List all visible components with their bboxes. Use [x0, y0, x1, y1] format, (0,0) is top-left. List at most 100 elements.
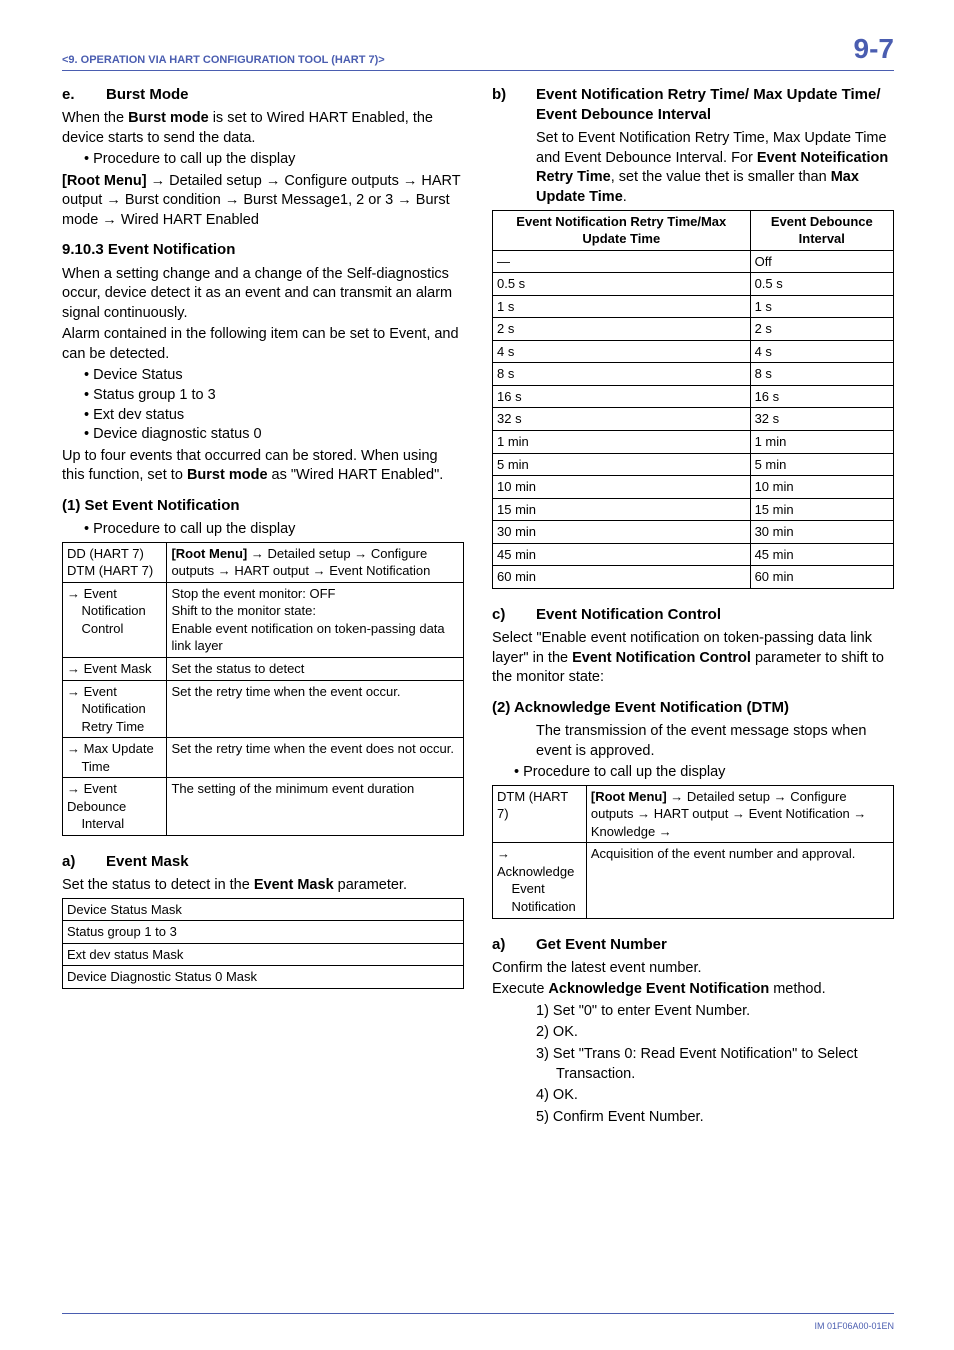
table-cell: → Acknowledge Event Notification [493, 843, 587, 918]
e-paragraph: When the Burst mode is set to Wired HART… [62, 109, 464, 148]
table-row: 30 min30 min [493, 521, 894, 544]
table-cell: 16 s [750, 385, 893, 408]
table-cell: 32 s [750, 408, 893, 431]
table-row: 16 s16 s [493, 385, 894, 408]
page-number: 9-7 [854, 30, 894, 68]
body-text: Select "Enable event notification on tok… [492, 629, 894, 688]
table-row: Status group 1 to 3 [63, 921, 464, 944]
table-cell: 8 s [493, 363, 751, 386]
body-text: Confirm the latest event number. [492, 959, 894, 979]
table-header: Event Notification Retry Time/Max Update… [493, 210, 751, 250]
step-item: 1) Set "0" to enter Event Number. [536, 1002, 894, 1022]
table-cell: Set the status to detect [167, 657, 464, 680]
table-row: → Acknowledge Event NotificationAcquisit… [493, 843, 894, 918]
table-row: —Off [493, 250, 894, 273]
heading-a-event-mask: a)Event Mask [106, 852, 464, 872]
table-row: Ext dev status Mask [63, 943, 464, 966]
table-ack-event: DTM (HART 7)[Root Menu] → Detailed setup… [492, 785, 894, 919]
table-cell: Acquisition of the event number and appr… [586, 843, 893, 918]
left-column: e.Burst Mode When the Burst mode is set … [62, 85, 464, 1130]
table-cell: — [493, 250, 751, 273]
table-row: → Event Notification Retry TimeSet the r… [63, 680, 464, 738]
page-header: <9. OPERATION VIA HART CONFIGURATION TOO… [62, 30, 894, 71]
table-row: → Max Update TimeSet the retry time when… [63, 738, 464, 778]
list-item: Ext dev status [84, 406, 464, 426]
table-cell: 60 min [750, 566, 893, 589]
procedure-bullet: Procedure to call up the display [84, 520, 464, 540]
table-cell: 45 min [493, 543, 751, 566]
table-cell: 4 s [750, 340, 893, 363]
list-item: Procedure to call up the display [514, 763, 894, 783]
table-cell: 1 min [493, 431, 751, 454]
table-row: → Event Debounce IntervalThe setting of … [63, 778, 464, 836]
body-text: Alarm contained in the following item ca… [62, 325, 464, 364]
table-cell: Set the retry time when the event does n… [167, 738, 464, 778]
table-cell: 1 min [750, 431, 893, 454]
table-cell: 4 s [493, 340, 751, 363]
table-cell: Stop the event monitor: OFFShift to the … [167, 582, 464, 657]
table-row: 10 min10 min [493, 476, 894, 499]
heading-c: c)Event Notification Control [536, 605, 894, 625]
step-item: 5) Confirm Event Number. [536, 1108, 894, 1128]
table-header: Event Debounce Interval [750, 210, 893, 250]
table-row: 8 s8 s [493, 363, 894, 386]
table-row: DD (HART 7)DTM (HART 7)[Root Menu] → Det… [63, 542, 464, 582]
heading-ack-event: (2) Acknowledge Event Notification (DTM) [492, 698, 894, 718]
heading-a-get-event-number: a)Get Event Number [536, 935, 894, 955]
table-cell: 10 min [750, 476, 893, 499]
table-cell: Device Diagnostic Status 0 Mask [63, 966, 464, 989]
table-row: 0.5 s0.5 s [493, 273, 894, 296]
table-cell: → Event Notification Retry Time [63, 680, 167, 738]
table-cell: 0.5 s [493, 273, 751, 296]
table-row: DTM (HART 7)[Root Menu] → Detailed setup… [493, 785, 894, 843]
body-text: The transmission of the event message st… [536, 722, 894, 761]
table-row: → Event Notification ControlStop the eve… [63, 582, 464, 657]
body-text: When a setting change and a change of th… [62, 265, 464, 324]
event-items-list: Device Status Status group 1 to 3 Ext de… [84, 366, 464, 444]
table-cell: Device Status Mask [63, 898, 464, 921]
list-item: Status group 1 to 3 [84, 386, 464, 406]
table-cell: 15 min [493, 498, 751, 521]
table-cell: 30 min [493, 521, 751, 544]
table-cell: Set the retry time when the event occur. [167, 680, 464, 738]
table-cell: → Event Debounce Interval [63, 778, 167, 836]
chapter-label: <9. OPERATION VIA HART CONFIGURATION TOO… [62, 53, 385, 68]
table-cell: 32 s [493, 408, 751, 431]
table-cell: Ext dev status Mask [63, 943, 464, 966]
table-retry-time: Event Notification Retry Time/Max Update… [492, 210, 894, 589]
table-row: Device Diagnostic Status 0 Mask [63, 966, 464, 989]
document-id: IM 01F06A00-01EN [814, 1321, 894, 1331]
table-cell: 8 s [750, 363, 893, 386]
table-row: 4 s4 s [493, 340, 894, 363]
table-row: 1 s1 s [493, 295, 894, 318]
table-cell: 15 min [750, 498, 893, 521]
table-cell: 30 min [750, 521, 893, 544]
table-row: → Event MaskSet the status to detect [63, 657, 464, 680]
heading-b: b)Event Notification Retry Time/ Max Upd… [536, 85, 894, 126]
table-cell: 1 s [493, 295, 751, 318]
table-row: Device Status Mask [63, 898, 464, 921]
table-cell: 2 s [750, 318, 893, 341]
table-cell: [Root Menu] → Detailed setup → Configure… [167, 542, 464, 582]
table-cell: 1 s [750, 295, 893, 318]
step-item: 2) OK. [536, 1023, 894, 1043]
table-cell: → Event Mask [63, 657, 167, 680]
table-cell: [Root Menu] → Detailed setup → Configure… [586, 785, 893, 843]
step-item: 3) Set "Trans 0: Read Event Notification… [536, 1045, 894, 1084]
table-cell: 0.5 s [750, 273, 893, 296]
table-row: 1 min1 min [493, 431, 894, 454]
table-cell: The setting of the minimum event duratio… [167, 778, 464, 836]
body-text: Execute Acknowledge Event Notification m… [492, 980, 894, 1000]
page-footer: IM 01F06A00-01EN [62, 1313, 894, 1332]
list-item: Device Status [84, 366, 464, 386]
e-nav-path: [Root Menu] → Detailed setup → Configure… [62, 172, 464, 231]
table-cell: Off [750, 250, 893, 273]
table-cell: DTM (HART 7) [493, 785, 587, 843]
table-set-event-notification: DD (HART 7)DTM (HART 7)[Root Menu] → Det… [62, 542, 464, 836]
table-row: 5 min5 min [493, 453, 894, 476]
table-row: 2 s2 s [493, 318, 894, 341]
list-item: Procedure to call up the display [84, 150, 464, 170]
table-cell: 45 min [750, 543, 893, 566]
body-text: Up to four events that occurred can be s… [62, 447, 464, 486]
table-cell: 16 s [493, 385, 751, 408]
